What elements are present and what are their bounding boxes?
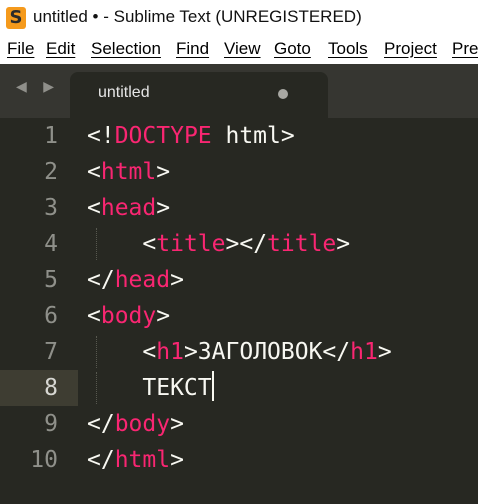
code-line-8[interactable]: 8 ТЕКСТ — [0, 370, 478, 406]
code-token: html — [114, 447, 171, 473]
menu-tools[interactable]: Tools — [328, 39, 368, 59]
unsaved-dot-icon[interactable] — [278, 89, 288, 99]
code-text[interactable]: <title></title> — [87, 226, 350, 262]
text-cursor — [211, 371, 214, 401]
code-text[interactable]: </html> — [87, 442, 184, 478]
code-line-7[interactable]: 7 <h1>ЗАГОЛОВОК</h1> — [0, 334, 478, 370]
code-token: < — [87, 231, 157, 257]
code-text[interactable]: <html> — [87, 154, 170, 190]
line-number[interactable]: 3 — [0, 190, 58, 226]
line-number[interactable]: 9 — [0, 406, 58, 442]
tab-bar: ◀ ▶ untitled — [0, 64, 478, 118]
code-token: > — [170, 447, 184, 473]
code-token: > — [377, 339, 392, 365]
line-number[interactable]: 8 — [0, 370, 58, 406]
code-token: < — [87, 159, 101, 185]
code-line-6[interactable]: 6 <body> — [0, 298, 478, 334]
app-icon-glyph: S — [9, 7, 23, 28]
code-token: head — [100, 195, 157, 221]
menu-project[interactable]: Project — [384, 39, 437, 59]
code-token: < — [87, 339, 157, 365]
sublime-text-app-icon: S — [6, 7, 26, 29]
code-token: > — [156, 303, 171, 329]
code-text[interactable]: ТЕКСТ — [87, 370, 214, 406]
code-token: > — [156, 159, 171, 185]
code-token: html — [100, 159, 157, 185]
code-text[interactable]: </body> — [87, 406, 184, 442]
code-text[interactable]: <head> — [87, 190, 170, 226]
code-text[interactable]: </head> — [87, 262, 184, 298]
code-token: < — [87, 303, 101, 329]
line-number[interactable]: 7 — [0, 334, 58, 370]
line-number[interactable]: 1 — [0, 118, 58, 154]
code-token: title — [156, 231, 226, 257]
code-token: > — [170, 267, 184, 293]
code-token: title — [267, 231, 337, 257]
code-token: body — [114, 411, 171, 437]
code-token: > — [156, 195, 171, 221]
tab-label: untitled — [98, 84, 150, 101]
code-token: >ЗАГОЛОВОК</ — [183, 339, 351, 365]
code-text[interactable]: <body> — [87, 298, 170, 334]
code-line-3[interactable]: 3 <head> — [0, 190, 478, 226]
code-token: </ — [87, 411, 115, 437]
code-token: DOCTYPE — [114, 123, 212, 149]
line-number[interactable]: 10 — [0, 442, 58, 478]
code-token: > — [170, 411, 184, 437]
line-number[interactable]: 5 — [0, 262, 58, 298]
code-line-4[interactable]: 4 <title></title> — [0, 226, 478, 262]
code-line-2[interactable]: 2 <html> — [0, 154, 478, 190]
menu-preferences[interactable]: Pre — [452, 39, 478, 59]
code-token: head — [114, 267, 171, 293]
menu-goto[interactable]: Goto — [274, 39, 311, 59]
code-line-5[interactable]: 5 </head> — [0, 262, 478, 298]
menu-selection[interactable]: Selection — [91, 39, 161, 59]
code-token: body — [100, 303, 157, 329]
menu-file[interactable]: File — [7, 39, 34, 59]
code-token: < — [87, 195, 101, 221]
code-token: html> — [211, 123, 295, 149]
code-token: ></ — [225, 231, 268, 257]
tab-nav-arrows-icon[interactable]: ◀ ▶ — [16, 79, 60, 95]
code-line-9[interactable]: 9 </body> — [0, 406, 478, 442]
code-line-10[interactable]: 10 </html> — [0, 442, 478, 478]
window-title: untitled • - Sublime Text (UNREGISTERED) — [33, 7, 362, 26]
line-number[interactable]: 4 — [0, 226, 58, 262]
code-token: h1 — [350, 339, 378, 365]
code-line-1[interactable]: 1 <!DOCTYPE html> — [0, 118, 478, 154]
code-text[interactable]: <!DOCTYPE html> — [87, 118, 295, 154]
code-token: h1 — [156, 339, 184, 365]
menu-edit[interactable]: Edit — [46, 39, 75, 59]
menu-find[interactable]: Find — [176, 39, 209, 59]
tab-untitled[interactable]: untitled — [70, 72, 328, 118]
menu-bar: File Edit Selection Find View Goto Tools… — [0, 36, 478, 64]
code-token: </ — [87, 267, 115, 293]
title-bar: S untitled • - Sublime Text (UNREGISTERE… — [0, 0, 478, 36]
code-token: <! — [87, 123, 115, 149]
line-number[interactable]: 2 — [0, 154, 58, 190]
code-token: </ — [87, 447, 115, 473]
code-text[interactable]: <h1>ЗАГОЛОВОК</h1> — [87, 334, 392, 370]
menu-view[interactable]: View — [224, 39, 261, 59]
code-token: ТЕКСТ — [87, 375, 212, 401]
line-number[interactable]: 6 — [0, 298, 58, 334]
code-token: > — [336, 231, 351, 257]
code-editor[interactable]: 1 <!DOCTYPE html> 2 <html> 3 <head> 4 <title><… — [0, 118, 478, 504]
